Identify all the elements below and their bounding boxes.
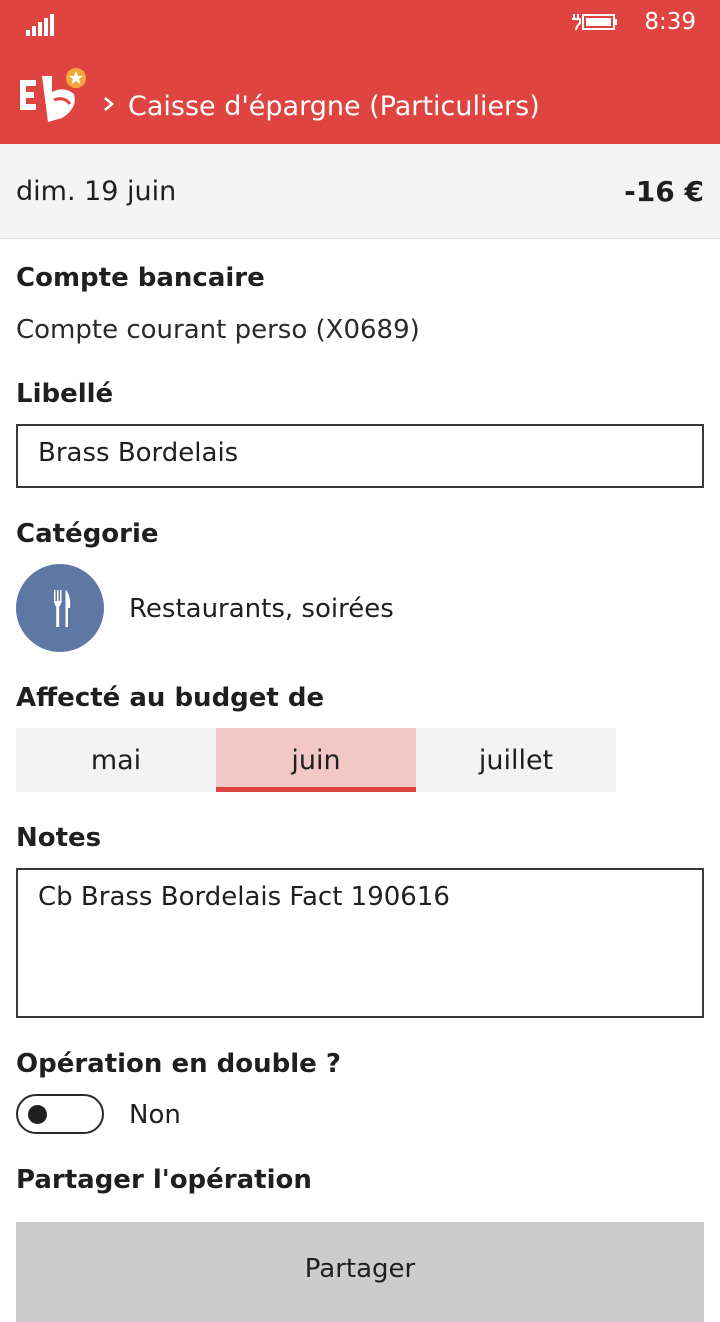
toggle-knob <box>28 1105 47 1124</box>
budget-option-juillet[interactable]: juillet <box>416 728 616 792</box>
duplicate-state: Non <box>129 1100 181 1130</box>
share-button[interactable]: Partager <box>16 1222 704 1322</box>
battery-charging-icon <box>572 14 617 31</box>
account-value: Compte courant perso (X0689) <box>16 315 420 345</box>
signal-bars-icon <box>26 14 54 36</box>
app-header: 8:39 Caisse d'épargne (Particuliers) <box>0 0 720 144</box>
category-label: Catégorie <box>16 519 159 549</box>
breadcrumb[interactable]: Caisse d'épargne (Particuliers) <box>128 91 540 122</box>
duplicate-label: Opération en double ? <box>16 1049 341 1079</box>
transaction-date: dim. 19 juin <box>16 176 177 207</box>
libelle-label: Libellé <box>16 379 114 409</box>
budget-option-mai[interactable]: mai <box>16 728 216 792</box>
notes-value: Cb Brass Bordelais Fact 190616 <box>38 882 450 912</box>
breadcrumb-chevron-icon <box>104 97 114 111</box>
transaction-summary: dim. 19 juin -16 € <box>0 144 720 239</box>
libelle-input-value: Brass Bordelais <box>38 438 239 468</box>
category-button[interactable] <box>16 564 104 652</box>
notes-label: Notes <box>16 823 102 853</box>
share-label: Partager l'opération <box>16 1165 312 1195</box>
transaction-amount: -16 € <box>624 175 704 208</box>
notes-textarea[interactable]: Cb Brass Bordelais Fact 190616 <box>16 868 704 1018</box>
category-value: Restaurants, soirées <box>129 594 394 624</box>
fork-knife-icon <box>53 590 71 627</box>
libelle-input[interactable]: Brass Bordelais <box>16 424 704 488</box>
budget-option-juin[interactable]: juin <box>216 728 416 792</box>
duplicate-toggle[interactable] <box>16 1094 104 1134</box>
account-label: Compte bancaire <box>16 263 265 293</box>
app-logo-icon[interactable] <box>18 66 92 124</box>
clock: 8:39 <box>644 9 696 35</box>
budget-label: Affecté au budget de <box>16 683 325 713</box>
